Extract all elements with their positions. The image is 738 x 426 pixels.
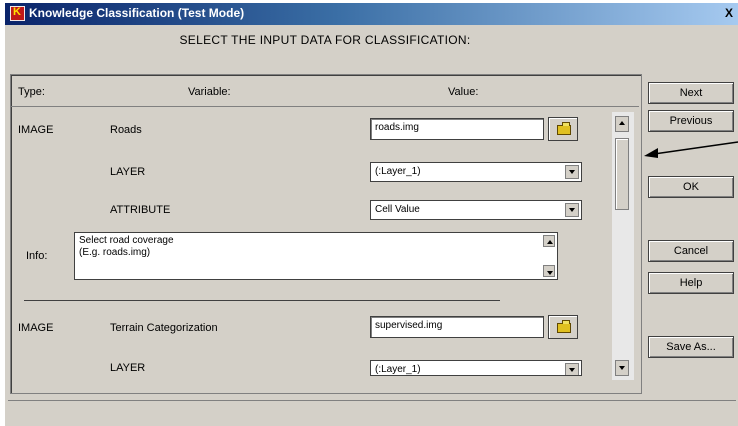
cancel-button[interactable]: Cancel [648,240,734,262]
info-label: Info: [26,250,48,262]
attribute-select[interactable]: Cell Value [370,200,582,220]
chevron-down-icon [565,203,579,217]
folder-icon [557,320,571,333]
row-separator [24,300,500,301]
header-divider [11,106,639,107]
scroll-down-icon[interactable] [543,265,555,277]
info-scrollbar[interactable] [543,235,555,277]
value-field-terrain[interactable]: supervised.img [370,316,544,338]
dialog-heading: SELECT THE INPUT DATA FOR CLASSIFICATION… [179,33,471,47]
browse-button[interactable] [548,117,578,141]
browse-button[interactable] [548,315,578,339]
scroll-up-icon[interactable] [615,116,629,132]
folder-icon [557,122,571,135]
column-header-type: Type: [18,86,45,98]
scroll-down-icon[interactable] [615,360,629,376]
chevron-down-icon [565,165,579,179]
row-variable: Roads [110,124,142,136]
annotation-arrow-icon [644,141,738,158]
value-field-roads[interactable]: roads.img [370,118,544,140]
info-text-area[interactable]: Select road coverage (E.g. roads.img) [74,232,558,280]
attribute-select-value: Cell Value [375,204,420,215]
window-title: Knowledge Classification (Test Mode) [29,6,245,20]
layer-select[interactable]: (:Layer_1) [370,162,582,182]
layer-select-value: (:Layer_1) [375,166,421,177]
row-variable: ATTRIBUTE [110,204,171,216]
ok-button[interactable]: OK [648,176,734,198]
chevron-down-icon [565,363,579,375]
panel-scrollbar[interactable] [612,112,634,380]
column-header-variable: Variable: [188,86,231,98]
save-as-button[interactable]: Save As... [648,336,734,358]
help-button[interactable]: Help [648,272,734,294]
title-bar[interactable]: Knowledge Classification (Test Mode) X [5,3,738,25]
row-variable: Terrain Categorization [110,322,218,334]
info-line-1: Select road coverage [79,235,174,246]
row-type: IMAGE [18,124,54,136]
layer-select-value: (:Layer_1) [375,364,421,375]
layer-select[interactable]: (:Layer_1) [370,360,582,376]
next-button[interactable]: Next [648,82,734,104]
row-type: IMAGE [18,322,54,334]
app-icon [10,6,25,21]
close-button[interactable]: X [721,5,737,21]
scroll-thumb[interactable] [615,138,629,210]
scroll-up-icon[interactable] [543,235,555,247]
column-header-value: Value: [448,86,479,98]
row-variable: LAYER [110,362,146,374]
status-bar [8,400,736,425]
row-variable: LAYER [110,166,146,178]
previous-button[interactable]: Previous [648,110,734,132]
info-line-2: (E.g. roads.img) [79,247,151,258]
